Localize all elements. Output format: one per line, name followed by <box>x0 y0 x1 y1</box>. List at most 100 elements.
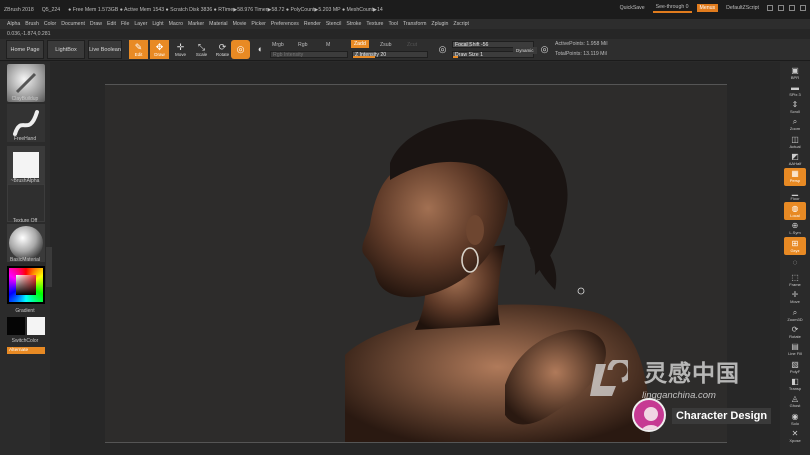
m-toggle[interactable]: M <box>326 42 330 48</box>
brush-name: ClayBuildup <box>11 96 39 102</box>
alternate-button[interactable]: Alternate <box>7 347 45 354</box>
shelf-move-button[interactable]: ✛ Move <box>784 289 806 307</box>
shelf-blank-button[interactable]: ◌ <box>784 254 806 272</box>
shelf-ghost-icon: ◬ <box>791 394 799 404</box>
shelf-frame-button[interactable]: ⬚ Frame <box>784 272 806 290</box>
menu-render[interactable]: Render <box>304 21 321 27</box>
menu-zplugin[interactable]: Zplugin <box>431 21 448 27</box>
material-sphere-button[interactable]: ◐ <box>251 40 270 59</box>
help-icon[interactable] <box>767 5 773 11</box>
shelf-frame-icon: ⬚ <box>791 273 799 283</box>
shelf-actual-button[interactable]: ◫ Actual <box>784 133 806 151</box>
shelf-bpr-icon: ▣ <box>791 65 799 75</box>
memory-stats: ● Free Mem 1.573GB ● Active Mem 1543 ● S… <box>68 6 383 13</box>
shelf-label: Line Fill <box>788 351 802 357</box>
shelf-label: Persp <box>789 178 801 184</box>
shelf-label: Floor <box>790 195 800 201</box>
menu-movie[interactable]: Movie <box>233 21 247 27</box>
shelf-bpr-button[interactable]: ▣ BPR <box>784 64 806 82</box>
shelf-label: Scroll <box>789 109 800 115</box>
shelf-label: Solo <box>790 420 799 426</box>
live-boolean-button[interactable]: Live Boolean <box>88 40 122 59</box>
shelf-aahalf-icon: ◩ <box>791 152 799 161</box>
dynamic-toggle[interactable]: Dynamic <box>513 47 537 54</box>
menu-document[interactable]: Document <box>61 21 85 27</box>
z-intensity-slider[interactable]: Z Intensity 20 <box>352 51 428 58</box>
menu-light[interactable]: Light <box>152 21 163 27</box>
menu-tool[interactable]: Tool <box>388 21 398 27</box>
shelf-scroll-button[interactable]: ⇕ Scroll <box>784 99 806 117</box>
quicksave-button[interactable]: QuickSave <box>617 4 648 12</box>
menu-preferences[interactable]: Preferences <box>271 21 299 27</box>
menu-macro[interactable]: Macro <box>169 21 183 27</box>
texture-thumbnail[interactable] <box>7 184 45 222</box>
menu-brush[interactable]: Brush <box>25 21 39 27</box>
shelf-spix-3-button[interactable]: ▬ SPix 3 <box>784 81 806 99</box>
left-tray-collapse-handle[interactable] <box>46 247 52 287</box>
menu-color[interactable]: Color <box>44 21 56 27</box>
switch-color-button[interactable]: SwitchColor <box>0 338 50 344</box>
zadd-toggle[interactable]: Zadd <box>351 40 369 48</box>
close-icon[interactable] <box>800 5 806 11</box>
shelf-label: Frame <box>789 282 801 288</box>
menu-zscript[interactable]: Zscript <box>453 21 469 27</box>
move-mode-button[interactable]: ✛ Move <box>171 40 190 59</box>
secondary-color-swatch[interactable] <box>27 317 45 335</box>
menu-transform[interactable]: Transform <box>403 21 426 27</box>
shelf-floor-icon: ▁ <box>791 186 799 196</box>
shelf-label: Zoom <box>789 126 801 132</box>
menu-stencil[interactable]: Stencil <box>326 21 342 27</box>
rotate-mode-button[interactable]: ⟳ Rotate <box>213 40 232 59</box>
menu-bar: Alpha Brush Color Document Draw Edit File Layer… <box>0 19 810 29</box>
shelf-aahalf-button[interactable]: ◩ AAHalf <box>784 151 806 169</box>
zcut-toggle[interactable]: Zcut <box>407 42 417 48</box>
edit-mode-button[interactable]: ✎ Edit <box>129 40 148 59</box>
shelf-move-icon: ✛ <box>791 290 799 300</box>
shelf-local-button[interactable]: ◍ Local <box>784 202 806 221</box>
menu-marker[interactable]: Marker <box>188 21 204 27</box>
menu-layer[interactable]: Layer <box>134 21 147 27</box>
home-page-button[interactable]: Home Page <box>6 40 44 59</box>
menus-button[interactable]: Menus <box>696 4 719 12</box>
active-points: ActivePoints: 1.958 Mil <box>555 41 608 47</box>
scale-mode-button[interactable]: ⤡ Scale <box>192 40 211 59</box>
draw-mode-button[interactable]: ✥ Draw <box>150 40 169 59</box>
shelf-scroll-icon: ⇕ <box>791 100 799 110</box>
default-zscript-button[interactable]: DefaultZScript <box>723 4 762 12</box>
see-through-slider[interactable]: See-through 0 <box>652 3 692 13</box>
lightbox-button[interactable]: LightBox <box>47 40 85 59</box>
shelf-zoom3d-button[interactable]: ⌕ Zoom3D <box>784 306 806 324</box>
menu-edit[interactable]: Edit <box>107 21 116 27</box>
shelf-persp-button[interactable]: ▦ Persp <box>784 167 806 186</box>
menu-stroke[interactable]: Stroke <box>346 21 361 27</box>
zsub-toggle[interactable]: Zsub <box>380 42 392 48</box>
rgb-intensity-slider[interactable]: Rgb Intensity <box>270 51 348 58</box>
menu-picker[interactable]: Picker <box>251 21 265 27</box>
shelf-rotate-button[interactable]: ⟳ Rotate <box>784 324 806 342</box>
menu-draw[interactable]: Draw <box>90 21 102 27</box>
maximize-icon[interactable] <box>789 5 795 11</box>
watermark: 灵感中国 lingganchina.com Character Design <box>588 352 788 432</box>
mrgb-toggle[interactable]: Mrgb <box>272 42 284 48</box>
shelf-l-sym-button[interactable]: ⊕ L.Sym <box>784 220 806 238</box>
shelf-gxyz-button[interactable]: ⊞ Gxyz <box>784 237 806 255</box>
shelf-label: Actual <box>789 143 801 149</box>
brush-thumbnail-button[interactable]: ◎ <box>231 40 250 59</box>
rgb-toggle[interactable]: Rgb <box>298 42 308 48</box>
menu-material[interactable]: Material <box>209 21 227 27</box>
shelf-floor-button[interactable]: ▁ Floor <box>784 185 806 203</box>
shelf-zoom-button[interactable]: ⌕ Zoom <box>784 116 806 134</box>
menu-texture[interactable]: Texture <box>366 21 383 27</box>
scale-icon: ⤡ <box>197 41 206 52</box>
shelf-actual-icon: ◫ <box>791 134 799 144</box>
shelf-label: Gxyz <box>790 247 800 253</box>
shelf-label: Xpose <box>789 437 801 443</box>
shelf-persp-icon: ▦ <box>791 169 799 179</box>
main-color-swatch[interactable] <box>7 317 25 335</box>
color-picker[interactable] <box>7 266 45 304</box>
menu-alpha[interactable]: Alpha <box>7 21 20 27</box>
material-name: BasicMaterial <box>9 257 40 263</box>
shelf-xpose-icon: ✕ <box>791 428 799 438</box>
menu-file[interactable]: File <box>121 21 129 27</box>
minimize-icon[interactable] <box>778 5 784 11</box>
